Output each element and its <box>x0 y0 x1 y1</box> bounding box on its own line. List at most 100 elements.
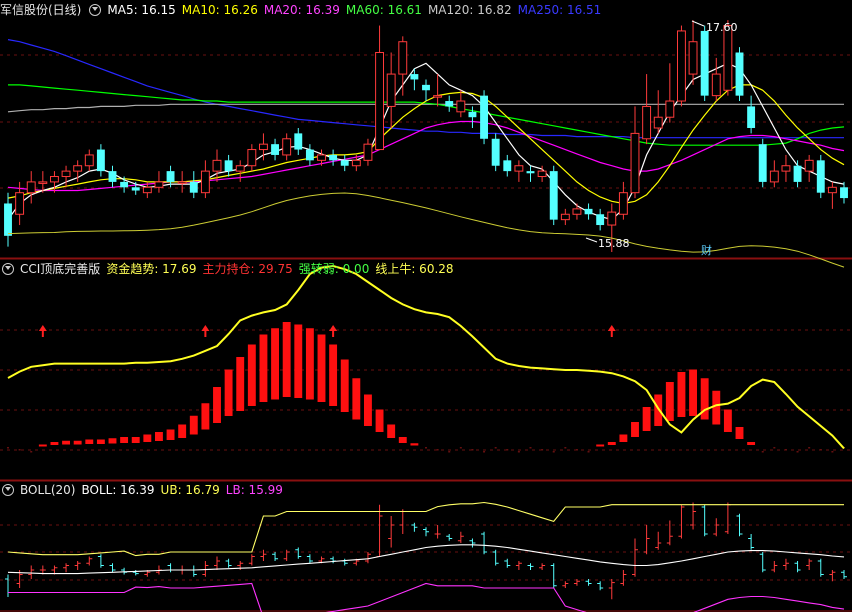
candle-body <box>410 74 419 80</box>
candle-body <box>526 171 535 174</box>
candle-body <box>73 165 83 172</box>
candle-body <box>120 181 129 188</box>
cci-bar <box>271 328 280 400</box>
candle-body <box>781 165 791 172</box>
candle-body <box>480 95 489 139</box>
cci-bar <box>529 447 532 449</box>
cci-bar <box>352 378 361 420</box>
qzr-label: 强转弱: 0.00 <box>298 262 370 276</box>
candle-body <box>676 30 686 102</box>
low-price-label: 15.88 <box>598 237 630 250</box>
boll-price-ticks <box>5 502 847 600</box>
cci-menu-icon[interactable] <box>2 262 14 275</box>
candle-body <box>61 170 71 178</box>
indicator-menu-icon[interactable] <box>89 3 102 16</box>
candle-body <box>224 160 233 172</box>
candle-body <box>816 160 825 193</box>
cci-bar <box>607 442 616 445</box>
candle-body <box>584 208 593 215</box>
candle-body <box>700 30 709 96</box>
cci-bar <box>564 447 567 449</box>
cci-bar <box>178 424 187 438</box>
candle-body <box>282 138 292 156</box>
cci-bar <box>329 344 338 406</box>
candle-body <box>688 41 698 75</box>
boll-title[interactable]: BOLL(20) <box>20 483 75 497</box>
boll-value-label: BOLL: 16.39 <box>81 483 155 497</box>
finance-marker[interactable]: 财 <box>701 243 712 257</box>
cci-bar <box>819 449 822 451</box>
candle-body <box>96 149 105 172</box>
cci-bar <box>735 427 744 439</box>
candle-body <box>723 25 733 91</box>
candle-body <box>235 165 245 172</box>
cci-bar <box>747 442 756 445</box>
cci-bar <box>73 440 82 445</box>
stock-title[interactable]: 军信股份(日线) <box>0 3 81 17</box>
ma250-label: MA250: 16.51 <box>517 3 602 17</box>
cci-bar <box>166 429 175 440</box>
boll-header: BOLL(20) BOLL: 16.39 UB: 16.79 LB: 15.99 <box>0 481 289 499</box>
candle-body <box>793 165 802 182</box>
cci-bar <box>62 440 71 445</box>
candle-body <box>665 100 675 118</box>
cci-title[interactable]: CCI顶底完善版 <box>20 262 100 276</box>
cci-bar <box>517 451 520 453</box>
cci-bar <box>259 334 268 402</box>
cci-bar <box>654 394 663 426</box>
cci-bar <box>677 372 686 417</box>
ma60-label: MA60: 16.61 <box>345 3 422 17</box>
cci-smooth-line <box>7 192 845 268</box>
cci-bar <box>773 447 776 449</box>
boll-middle-band <box>7 544 845 575</box>
candle-body <box>445 101 454 107</box>
cci-signal-arrow <box>329 325 338 337</box>
candle-body <box>294 133 303 150</box>
ma20-label: MA20: 16.39 <box>263 3 340 17</box>
ma5-label: MA5: 16.15 <box>107 3 176 17</box>
cci-bar <box>224 369 233 416</box>
candle-body <box>38 181 48 184</box>
ub-label: UB: 16.79 <box>160 483 220 497</box>
cci-bar <box>108 438 117 444</box>
cci-bar <box>398 437 407 443</box>
cci-bar <box>665 382 674 421</box>
candle-body <box>258 143 268 151</box>
candle-body <box>711 73 721 97</box>
candle-body <box>386 73 396 107</box>
candle-body <box>735 52 744 96</box>
cci-bar <box>294 324 303 398</box>
candle-body <box>305 149 314 161</box>
candle-body <box>433 95 443 98</box>
candle-body <box>363 143 373 161</box>
candle-body <box>503 160 512 172</box>
cci-bar <box>459 447 462 449</box>
cci-bar <box>96 439 105 444</box>
cci-bar <box>436 449 439 451</box>
cci-bar <box>154 432 163 441</box>
cci-bar <box>7 447 9 449</box>
cci-bar <box>305 328 314 400</box>
candle-body <box>607 211 617 226</box>
candle-body <box>468 111 477 118</box>
candle-body <box>653 116 663 129</box>
candle-body <box>491 138 500 166</box>
candle-body <box>422 84 430 91</box>
cci-bar <box>30 451 33 453</box>
candle-body <box>514 165 524 172</box>
candle-body <box>154 181 164 188</box>
cci-bar <box>363 394 372 426</box>
cci-signal-arrow <box>201 325 210 337</box>
kline-chart[interactable]: 17.60 15.88 财 <box>0 0 852 612</box>
cci-bar <box>796 451 799 453</box>
cci-bar <box>340 359 349 412</box>
cci-bar <box>18 449 21 451</box>
candle-body <box>375 52 385 151</box>
candle-body <box>26 181 36 194</box>
boll-menu-icon[interactable] <box>2 483 14 496</box>
candle-body <box>15 192 25 215</box>
cci-bar <box>575 449 578 451</box>
candle-body <box>271 144 280 155</box>
candle-body <box>618 192 628 215</box>
candle-body <box>131 187 140 191</box>
